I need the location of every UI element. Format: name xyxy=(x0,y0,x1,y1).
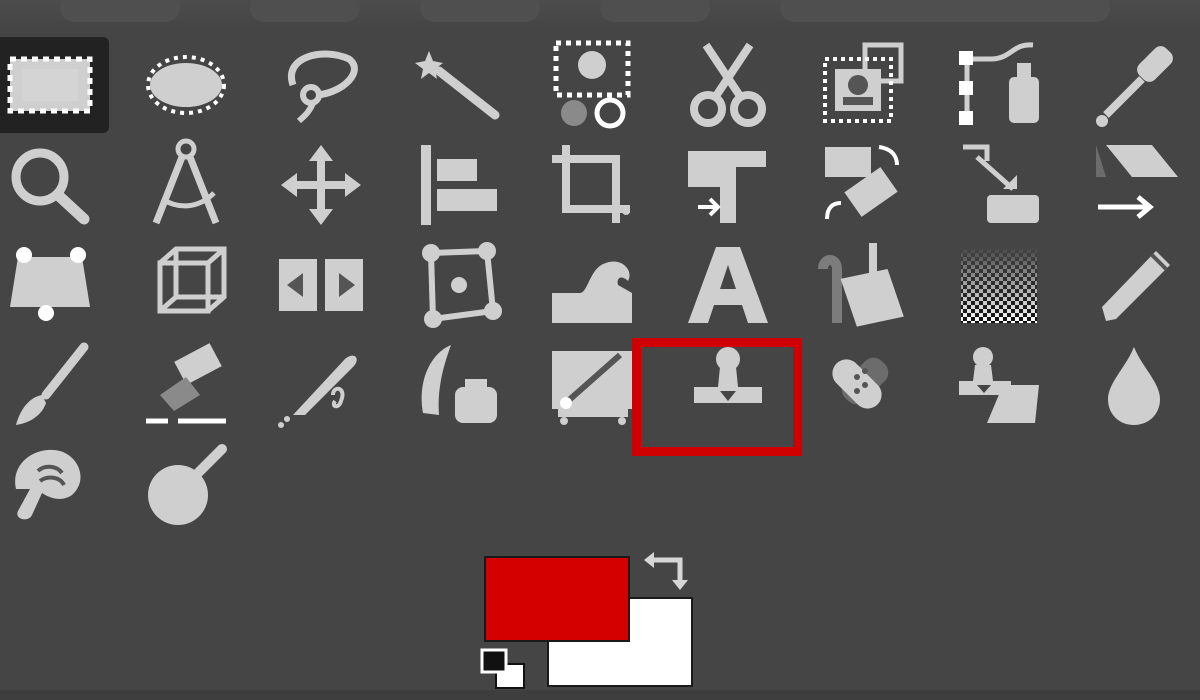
zoom-icon xyxy=(11,148,90,225)
shear-icon xyxy=(1096,145,1178,219)
paths-tool-button[interactable] xyxy=(940,37,1058,133)
rotate-icon xyxy=(825,145,899,220)
crop-tool-button[interactable] xyxy=(533,137,651,233)
foreground-select-tool-button[interactable] xyxy=(804,37,922,133)
fuzzy-select-tool-button[interactable] xyxy=(398,37,516,133)
text-tool-button[interactable] xyxy=(669,237,787,333)
heal-tool-button[interactable] xyxy=(804,337,922,433)
unified-transform-icon xyxy=(687,151,766,223)
3d-transform-icon xyxy=(157,246,226,314)
perspective-clone-tool-button[interactable] xyxy=(940,337,1058,433)
heal-icon xyxy=(832,357,889,409)
airbrush-tool-button[interactable] xyxy=(262,337,380,433)
rect-select-tool-button[interactable] xyxy=(0,37,109,133)
shear-tool-button[interactable] xyxy=(1075,137,1193,233)
paths-icon xyxy=(958,42,1039,125)
pencil-icon xyxy=(1102,251,1170,321)
scissors-select-icon xyxy=(689,42,766,127)
smudge-icon xyxy=(15,449,81,520)
mypaint-brush-icon xyxy=(552,351,634,425)
bucket-fill-tool-button[interactable] xyxy=(804,237,922,333)
blur-sharpen-tool-button[interactable] xyxy=(1075,337,1193,433)
toolbox-header-strip xyxy=(0,0,1200,28)
fuzzy-select-icon xyxy=(414,51,499,120)
default-colors-icon[interactable] xyxy=(478,646,534,690)
dodge-burn-tool-button[interactable] xyxy=(127,437,245,533)
cage-transform-tool-button[interactable] xyxy=(398,237,516,333)
select-by-color-tool-button[interactable] xyxy=(533,37,651,133)
blur-sharpen-icon xyxy=(1108,347,1160,425)
cage-transform-icon xyxy=(421,242,502,328)
color-picker-icon xyxy=(1096,46,1173,127)
foreground-color-swatch[interactable] xyxy=(484,556,630,642)
perspective-icon xyxy=(10,247,90,321)
dodge-burn-icon xyxy=(147,444,227,525)
align-icon xyxy=(420,145,497,225)
pencil-tool-button[interactable] xyxy=(1075,237,1193,333)
measure-tool-button[interactable] xyxy=(127,137,245,233)
free-select-icon xyxy=(287,50,358,124)
crop-icon xyxy=(552,145,630,223)
scissors-select-tool-button[interactable] xyxy=(669,37,787,133)
bucket-fill-icon xyxy=(818,243,904,327)
clone-tool-highlight-box xyxy=(632,338,802,456)
warp-transform-tool-button[interactable] xyxy=(533,237,651,333)
perspective-tool-button[interactable] xyxy=(0,237,109,333)
scale-icon xyxy=(962,144,1039,223)
paintbrush-tool-button[interactable] xyxy=(0,337,109,433)
foreground-select-icon xyxy=(823,42,904,123)
airbrush-icon xyxy=(278,355,357,428)
eraser-tool-button[interactable] xyxy=(127,337,245,433)
gradient-icon xyxy=(960,247,1037,323)
flip-icon xyxy=(279,259,363,311)
select-by-color-icon xyxy=(553,40,631,129)
gradient-tool-button[interactable] xyxy=(940,237,1058,333)
flip-tool-button[interactable] xyxy=(262,237,380,333)
unified-transform-tool-button[interactable] xyxy=(669,137,787,233)
measure-icon xyxy=(152,138,219,225)
align-tool-button[interactable] xyxy=(398,137,516,233)
ink-tool-button[interactable] xyxy=(398,337,516,433)
paintbrush-icon xyxy=(16,342,89,425)
eraser-icon xyxy=(145,343,226,424)
ellipse-select-icon xyxy=(145,55,226,115)
text-icon xyxy=(687,247,768,323)
move-icon xyxy=(281,145,361,225)
rotate-tool-button[interactable] xyxy=(804,137,922,233)
move-tool-button[interactable] xyxy=(262,137,380,233)
rect-select-icon xyxy=(7,56,93,114)
color-picker-tool-button[interactable] xyxy=(1075,37,1193,133)
warp-transform-icon xyxy=(552,261,632,323)
swap-colors-icon[interactable] xyxy=(640,546,696,594)
smudge-tool-button[interactable] xyxy=(0,437,109,533)
ink-icon xyxy=(421,345,497,423)
bottom-edge xyxy=(0,690,1200,700)
ellipse-select-tool-button[interactable] xyxy=(127,37,245,133)
3d-transform-tool-button[interactable] xyxy=(127,237,245,333)
perspective-clone-icon xyxy=(958,347,1039,423)
free-select-tool-button[interactable] xyxy=(262,37,380,133)
scale-tool-button[interactable] xyxy=(940,137,1058,233)
zoom-tool-button[interactable] xyxy=(0,137,109,233)
